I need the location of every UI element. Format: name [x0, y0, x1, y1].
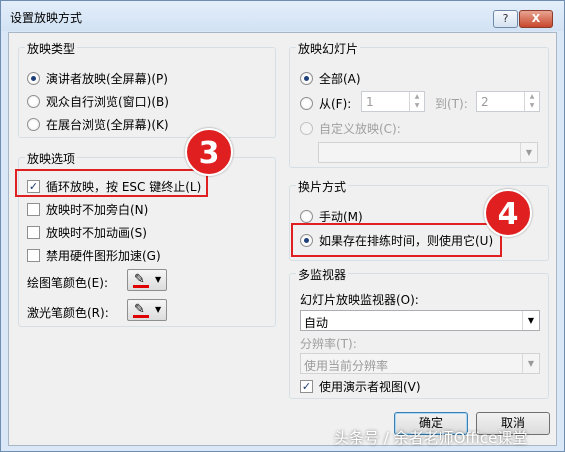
radio-manual[interactable]: 手动(M) — [300, 208, 363, 225]
checkbox-presenter-view-box[interactable]: ✓ — [300, 380, 313, 393]
checkbox-presenter-view-label: 使用演示者视图(V) — [319, 380, 421, 394]
checkbox-no-narration-label: 放映时不加旁白(N) — [46, 203, 149, 217]
radio-from-slide-label: 从(F): — [319, 97, 352, 111]
pen-color-swatch — [133, 285, 149, 288]
advance-slides-legend: 换片方式 — [296, 178, 349, 195]
title-bar: 设置放映方式 ? X — [1, 1, 564, 31]
chevron-down-icon[interactable]: ▼ — [522, 311, 539, 330]
from-slide-spinner[interactable]: 1 ▲ ▼ — [361, 91, 425, 112]
radio-presenter-label: 演讲者放映(全屏幕)(P) — [46, 72, 168, 86]
chevron-down-icon[interactable]: ▼ — [410, 101, 424, 110]
checkbox-loop-label: 循环放映，按 ESC 键终止(L) — [46, 180, 202, 194]
checkbox-disable-hw-accel-box[interactable] — [27, 249, 40, 262]
radio-kiosk[interactable]: 在展台浏览(全屏幕)(K) — [27, 116, 169, 133]
checkbox-no-narration-box[interactable] — [27, 203, 40, 216]
to-slide-label: 到(T): — [435, 97, 468, 111]
radio-manual-indicator[interactable] — [300, 210, 313, 223]
chevron-down-icon[interactable]: ▼ — [520, 143, 537, 162]
show-options-group: 放映选项 ✓ 循环放映，按 ESC 键终止(L) 放映时不加旁白(N) 放映时不… — [18, 150, 276, 327]
radio-from-slide[interactable]: 从(F): — [300, 95, 351, 112]
chevron-down-icon: ▼ — [155, 275, 162, 284]
radio-browsed-window[interactable]: 观众自行浏览(窗口)(B) — [27, 93, 169, 110]
watermark-text: 头条号 / 余者老师Office课堂 — [334, 429, 528, 447]
chevron-down-icon[interactable]: ▼ — [522, 354, 539, 373]
laser-color-label: 激光笔颜色(R): — [27, 306, 109, 320]
chevron-down-icon: ▼ — [155, 305, 162, 314]
checkbox-no-animation[interactable]: 放映时不加动画(S) — [27, 224, 147, 241]
annotation-badge-4: 4 — [484, 189, 532, 237]
chevron-down-icon[interactable]: ▼ — [525, 101, 539, 110]
checkbox-no-narration[interactable]: 放映时不加旁白(N) — [27, 201, 148, 218]
radio-presenter[interactable]: 演讲者放映(全屏幕)(P) — [27, 70, 168, 87]
radio-custom-show-label: 自定义放映(C): — [319, 122, 401, 136]
radio-from-slide-indicator[interactable] — [300, 97, 313, 110]
multiple-monitors-legend: 多监视器 — [296, 266, 349, 283]
radio-presenter-indicator[interactable] — [27, 72, 40, 85]
radio-manual-label: 手动(M) — [319, 210, 363, 224]
to-slide-spinner[interactable]: 2 ▲ ▼ — [476, 91, 540, 112]
monitor-label: 幻灯片放映监视器(O): — [300, 293, 419, 307]
checkbox-no-animation-box[interactable] — [27, 226, 40, 239]
show-options-legend: 放映选项 — [25, 150, 78, 167]
to-slide-spin-arrows[interactable]: ▲ ▼ — [524, 92, 539, 111]
chevron-up-icon[interactable]: ▲ — [525, 92, 539, 101]
resolution-dropdown[interactable]: 使用当前分辨率 ▼ — [300, 353, 540, 374]
resolution-value: 使用当前分辨率 — [304, 359, 389, 373]
monitor-dropdown[interactable]: 自动 ▼ — [300, 310, 540, 331]
radio-use-timings[interactable]: 如果存在排练时间，则使用它(U) — [300, 232, 493, 249]
radio-all-slides-label: 全部(A) — [319, 72, 361, 86]
radio-use-timings-indicator[interactable] — [300, 234, 313, 247]
to-slide-value: 2 — [481, 95, 489, 109]
show-type-legend: 放映类型 — [25, 40, 78, 57]
pen-color-button[interactable]: ✎ ▼ — [127, 269, 167, 291]
monitor-value: 自动 — [304, 316, 329, 330]
checkbox-no-animation-label: 放映时不加动画(S) — [46, 226, 147, 240]
set-up-show-dialog: 设置放映方式 ? X 放映类型 演讲者放映(全屏幕)(P) 观众自行浏览(窗口)… — [0, 0, 565, 452]
custom-show-dropdown[interactable]: ▼ — [318, 142, 538, 163]
radio-custom-show-indicator[interactable] — [300, 122, 313, 135]
radio-all-slides-indicator[interactable] — [300, 72, 313, 85]
checkbox-disable-hw-accel[interactable]: 禁用硬件图形加速(G) — [27, 247, 161, 264]
radio-kiosk-label: 在展台浏览(全屏幕)(K) — [46, 118, 169, 132]
show-slides-group: 放映幻灯片 全部(A) 从(F): 1 ▲ ▼ 到(T): 2 ▲ ▼ 自定义放映(… — [289, 40, 549, 168]
radio-all-slides[interactable]: 全部(A) — [300, 70, 361, 87]
show-type-group: 放映类型 演讲者放映(全屏幕)(P) 观众自行浏览(窗口)(B) 在展台浏览(全… — [18, 40, 276, 138]
from-slide-spin-arrows[interactable]: ▲ ▼ — [409, 92, 424, 111]
checkbox-disable-hw-accel-label: 禁用硬件图形加速(G) — [46, 249, 161, 263]
show-slides-legend: 放映幻灯片 — [296, 40, 361, 57]
radio-kiosk-indicator[interactable] — [27, 118, 40, 131]
annotation-badge-3: 3 — [185, 128, 233, 176]
checkbox-loop-box[interactable]: ✓ — [27, 180, 40, 193]
radio-browsed-window-indicator[interactable] — [27, 95, 40, 108]
laser-color-swatch — [133, 315, 149, 318]
pen-color-label: 绘图笔颜色(E): — [27, 276, 108, 290]
dialog-body: 放映类型 演讲者放映(全屏幕)(P) 观众自行浏览(窗口)(B) 在展台浏览(全… — [8, 32, 557, 446]
multiple-monitors-group: 多监视器 幻灯片放映监视器(O): 自动 ▼ 分辨率(T): 使用当前分辨率 ▼… — [289, 266, 549, 399]
chevron-up-icon[interactable]: ▲ — [410, 92, 424, 101]
radio-use-timings-label: 如果存在排练时间，则使用它(U) — [319, 234, 494, 248]
from-slide-value: 1 — [366, 95, 374, 109]
checkbox-presenter-view[interactable]: ✓ 使用演示者视图(V) — [300, 378, 421, 395]
radio-browsed-window-label: 观众自行浏览(窗口)(B) — [46, 95, 169, 109]
resolution-label: 分辨率(T): — [300, 337, 357, 351]
dialog-title: 设置放映方式 — [10, 11, 83, 25]
help-button[interactable]: ? — [493, 10, 518, 28]
close-button[interactable]: X — [519, 10, 553, 28]
checkbox-loop[interactable]: ✓ 循环放映，按 ESC 键终止(L) — [27, 178, 201, 195]
laser-color-button[interactable]: ✎ ▼ — [127, 299, 167, 321]
radio-custom-show[interactable]: 自定义放映(C): — [300, 120, 401, 137]
